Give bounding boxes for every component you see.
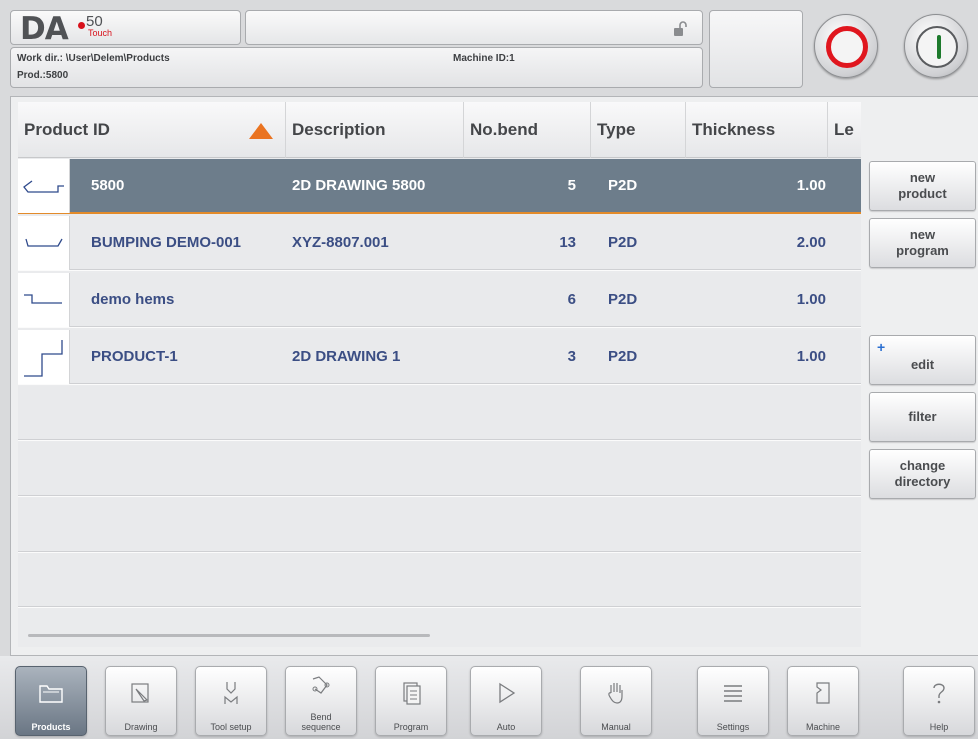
empty-row — [18, 386, 861, 441]
drawing-icon — [131, 683, 149, 703]
cell-no-bend: 13 — [559, 234, 576, 251]
nav-bend-sequence[interactable]: Bend sequence — [285, 666, 357, 736]
table-row[interactable]: BUMPING DEMO-001 XYZ-8807.001 13 P2D 2.0… — [18, 216, 861, 271]
cell-no-bend: 5 — [567, 177, 576, 194]
column-header-description[interactable]: Description — [286, 102, 464, 158]
change-directory-button[interactable]: change directory — [869, 449, 976, 499]
machine-icon — [816, 682, 830, 704]
cell-thickness: 2.00 — [796, 234, 826, 251]
column-header-type[interactable]: Type — [591, 102, 686, 158]
main-panel: Product ID Description No.bend Type Thic… — [10, 96, 978, 656]
start-icon — [916, 26, 958, 68]
bottom-navigation: Products Drawing Tool setup Bend sequenc… — [0, 656, 978, 739]
cell-thickness: 1.00 — [796, 348, 826, 365]
stop-icon — [826, 26, 868, 68]
product-label: Prod.:5800 — [17, 70, 69, 81]
work-dir: Work dir.: \User\Delem\Products — [17, 53, 170, 64]
sort-ascending-icon — [249, 123, 273, 139]
logo-brand: DA — [20, 11, 69, 47]
cell-type: P2D — [608, 348, 638, 365]
cell-thickness: 1.00 — [796, 177, 826, 194]
cell-type: P2D — [608, 177, 638, 194]
plus-icon: + — [877, 339, 886, 355]
cell-product-id: demo hems — [91, 291, 175, 308]
play-icon — [499, 682, 516, 704]
cell-no-bend: 6 — [567, 291, 576, 308]
empty-row — [18, 553, 861, 608]
table-row[interactable]: PRODUCT-1 2D DRAWING 1 3 P2D 1.00 — [18, 330, 861, 385]
horizontal-scrollbar[interactable] — [28, 634, 430, 637]
program-icon — [403, 682, 421, 705]
nav-auto[interactable]: Auto — [470, 666, 542, 736]
stop-button[interactable] — [814, 14, 878, 78]
empty-row — [18, 442, 861, 497]
info-bar: Work dir.: \User\Delem\Products Prod.:58… — [10, 47, 703, 88]
edit-button[interactable]: + edit — [869, 335, 976, 385]
column-header-length[interactable]: Le — [828, 102, 861, 158]
nav-tool-setup[interactable]: Tool setup — [195, 666, 267, 736]
nav-machine[interactable]: Machine — [787, 666, 859, 736]
product-thumbnail — [18, 216, 70, 270]
nav-manual[interactable]: Manual — [580, 666, 652, 736]
logo-dot — [78, 22, 85, 29]
logo: DA 50 Touch — [10, 10, 241, 47]
cell-type: P2D — [608, 234, 638, 251]
filter-button[interactable]: filter — [869, 392, 976, 442]
header-panel: DA 50 Touch Work dir.: \User\Delem\Produ… — [10, 10, 703, 88]
column-header-thickness[interactable]: Thickness — [686, 102, 828, 158]
cell-description: XYZ-8807.001 — [292, 234, 389, 251]
cell-product-id: PRODUCT-1 — [91, 348, 178, 365]
cell-thickness: 1.00 — [796, 291, 826, 308]
folder-icon — [39, 685, 63, 703]
product-thumbnail — [18, 330, 70, 384]
header-blank-panel — [709, 10, 803, 88]
lock-open-icon[interactable] — [673, 21, 687, 37]
nav-program[interactable]: Program — [375, 666, 447, 736]
nav-settings[interactable]: Settings — [697, 666, 769, 736]
cell-product-id: 5800 — [91, 177, 125, 194]
product-table: Product ID Description No.bend Type Thic… — [18, 102, 861, 647]
cell-type: P2D — [608, 291, 638, 308]
column-header-product-id[interactable]: Product ID — [18, 102, 286, 158]
empty-row — [18, 498, 861, 553]
product-thumbnail — [18, 159, 70, 213]
column-header-no-bend[interactable]: No.bend — [464, 102, 591, 158]
tool-icon — [224, 682, 238, 704]
nav-products[interactable]: Products — [15, 666, 87, 736]
product-thumbnail — [18, 273, 70, 327]
hand-icon — [608, 683, 623, 704]
cell-description: 2D DRAWING 1 — [292, 348, 401, 365]
new-product-button[interactable]: new product — [869, 161, 976, 211]
new-program-button[interactable]: new program — [869, 218, 976, 268]
nav-help[interactable]: Help — [903, 666, 975, 736]
cell-product-id: BUMPING DEMO-001 — [91, 234, 242, 251]
bend-sequence-icon — [312, 676, 330, 694]
table-row[interactable]: demo hems 6 P2D 1.00 — [18, 273, 861, 328]
help-icon — [933, 683, 945, 704]
logo-edition: Touch — [88, 28, 113, 38]
machine-id: Machine ID:1 — [453, 53, 515, 64]
cell-description: 2D DRAWING 5800 — [292, 177, 426, 194]
nav-drawing[interactable]: Drawing — [105, 666, 177, 736]
start-button[interactable] — [904, 14, 968, 78]
table-row[interactable]: 5800 2D DRAWING 5800 5 P2D 1.00 — [18, 159, 861, 214]
status-bar — [245, 10, 703, 45]
table-header: Product ID Description No.bend Type Thic… — [18, 102, 861, 158]
settings-list-icon — [724, 685, 742, 702]
cell-no-bend: 3 — [567, 348, 576, 365]
